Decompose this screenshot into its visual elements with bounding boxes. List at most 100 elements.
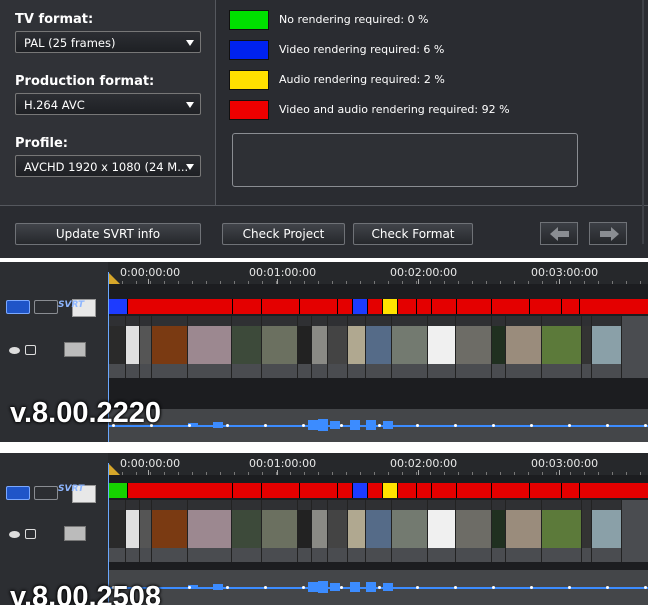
video-clip-thumbnail[interactable] xyxy=(328,316,348,378)
audio-keyframe[interactable] xyxy=(302,424,305,427)
check-project-button[interactable]: Check Project xyxy=(222,223,345,245)
audio-waveform-peak xyxy=(308,420,318,430)
svrt-track-label: SVRT xyxy=(58,300,85,310)
profile-select[interactable]: AVCHD 1920 x 1080 (24 M... xyxy=(15,155,201,177)
audio-keyframe[interactable] xyxy=(644,586,647,589)
video-clip-thumbnail[interactable] xyxy=(328,500,348,562)
video-clip-thumbnail[interactable] xyxy=(152,316,188,378)
audio-keyframe[interactable] xyxy=(492,586,495,589)
audio-keyframe[interactable] xyxy=(606,586,609,589)
video-clip-thumbnail[interactable] xyxy=(108,316,126,378)
video-clip-thumbnail[interactable] xyxy=(592,316,622,378)
timeline-view-toggle[interactable] xyxy=(6,300,30,314)
video-clip-thumbnail[interactable] xyxy=(366,316,392,378)
audio-keyframe[interactable] xyxy=(226,424,229,427)
video-clip-thumbnail[interactable] xyxy=(140,316,152,378)
video-clip-thumbnail[interactable] xyxy=(126,316,140,378)
video-clip-thumbnail[interactable] xyxy=(232,316,262,378)
audio-keyframe[interactable] xyxy=(378,424,381,427)
audio-keyframe[interactable] xyxy=(378,586,381,589)
production-format-select[interactable]: H.264 AVC xyxy=(15,93,201,115)
audio-keyframe[interactable] xyxy=(492,424,495,427)
storyboard-view-toggle[interactable] xyxy=(34,486,58,500)
video-clip-thumbnail[interactable] xyxy=(188,316,232,378)
video-clip-thumbnail[interactable] xyxy=(492,500,506,562)
eye-icon[interactable] xyxy=(9,531,20,538)
audio-keyframe[interactable] xyxy=(530,586,533,589)
video-clip-thumbnail[interactable] xyxy=(298,500,312,562)
audio-keyframe[interactable] xyxy=(606,424,609,427)
video-clip-thumbnail[interactable] xyxy=(298,316,312,378)
video-clip-thumbnail[interactable] xyxy=(506,316,542,378)
audio-keyframe[interactable] xyxy=(264,424,267,427)
video-clip-thumbnail[interactable] xyxy=(348,316,366,378)
audio-keyframe[interactable] xyxy=(340,424,343,427)
video-clip-thumbnail[interactable] xyxy=(348,500,366,562)
eye-icon[interactable] xyxy=(9,347,20,354)
audio-keyframe[interactable] xyxy=(454,586,457,589)
audio-keyframe[interactable] xyxy=(340,586,343,589)
next-button[interactable] xyxy=(589,222,627,245)
lock-icon[interactable] xyxy=(25,345,36,355)
lock-icon[interactable] xyxy=(25,529,36,539)
video-clip-thumbnail[interactable] xyxy=(262,316,298,378)
film-icon[interactable] xyxy=(64,526,86,541)
video-clip-thumbnail[interactable] xyxy=(262,500,298,562)
audio-keyframe[interactable] xyxy=(226,586,229,589)
time-ruler[interactable]: 0:00:00:00 00:01:00:00 00:02:00:00 00:03:00… xyxy=(108,262,648,284)
audio-keyframe[interactable] xyxy=(188,424,191,427)
previous-button[interactable] xyxy=(540,222,578,245)
video-clip-thumbnail[interactable] xyxy=(542,316,582,378)
timeline-view-toggle[interactable] xyxy=(6,486,30,500)
film-icon[interactable] xyxy=(64,342,86,357)
playhead-marker-icon[interactable] xyxy=(108,272,120,284)
audio-track[interactable] xyxy=(108,409,648,442)
audio-keyframe[interactable] xyxy=(188,586,191,589)
video-clip-thumbnail[interactable] xyxy=(582,316,592,378)
audio-keyframe[interactable] xyxy=(416,424,419,427)
video-clip-thumbnail[interactable] xyxy=(428,316,456,378)
video-clip-thumbnail[interactable] xyxy=(506,500,542,562)
video-clip-thumbnail[interactable] xyxy=(582,500,592,562)
audio-keyframe[interactable] xyxy=(568,424,571,427)
video-clip-thumbnail[interactable] xyxy=(592,500,622,562)
video-clip-thumbnail[interactable] xyxy=(312,500,328,562)
video-clip-thumbnail[interactable] xyxy=(140,500,152,562)
video-clip-thumbnail[interactable] xyxy=(232,500,262,562)
video-clip-thumbnail[interactable] xyxy=(392,316,428,378)
video-clip-thumbnail[interactable] xyxy=(428,500,456,562)
audio-keyframe[interactable] xyxy=(530,424,533,427)
audio-keyframe[interactable] xyxy=(454,424,457,427)
video-clip-thumbnail[interactable] xyxy=(108,500,126,562)
video-clip-thumbnail[interactable] xyxy=(456,316,492,378)
time-ruler[interactable]: 0:00:00:00 00:01:00:00 00:02:00:00 00:03:00… xyxy=(108,453,648,475)
video-clip-thumbnail[interactable] xyxy=(366,500,392,562)
audio-keyframe[interactable] xyxy=(302,586,305,589)
video-clip-thumbnail[interactable] xyxy=(492,316,506,378)
audio-keyframe[interactable] xyxy=(416,586,419,589)
video-clip-thumbnail[interactable] xyxy=(152,500,188,562)
video-track[interactable] xyxy=(108,500,648,562)
svrt-segment xyxy=(368,483,383,498)
storyboard-view-toggle[interactable] xyxy=(34,300,58,314)
tv-format-select[interactable]: PAL (25 frames) xyxy=(15,31,201,53)
ruler-minor-tick xyxy=(304,281,305,284)
video-clip-thumbnail[interactable] xyxy=(188,500,232,562)
ruler-minor-tick xyxy=(556,472,557,475)
audio-track[interactable] xyxy=(108,570,648,605)
audio-keyframe[interactable] xyxy=(644,424,647,427)
ruler-minor-tick xyxy=(290,472,291,475)
video-clip-thumbnail[interactable] xyxy=(456,500,492,562)
video-track[interactable] xyxy=(108,316,648,378)
audio-keyframe[interactable] xyxy=(568,586,571,589)
playhead-marker-icon[interactable] xyxy=(108,463,120,475)
check-format-button[interactable]: Check Format xyxy=(353,223,473,245)
timecode-2: 00:02:00:00 xyxy=(390,457,458,470)
video-clip-thumbnail[interactable] xyxy=(312,316,328,378)
svrt-info-textbox[interactable] xyxy=(232,133,578,187)
audio-keyframe[interactable] xyxy=(264,586,267,589)
video-clip-thumbnail[interactable] xyxy=(542,500,582,562)
update-svrt-info-button[interactable]: Update SVRT info xyxy=(15,223,201,245)
video-clip-thumbnail[interactable] xyxy=(392,500,428,562)
video-clip-thumbnail[interactable] xyxy=(126,500,140,562)
